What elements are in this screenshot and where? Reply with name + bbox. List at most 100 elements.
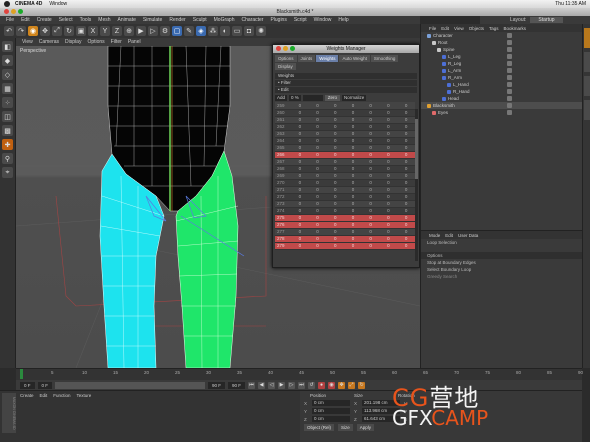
viewport-menu-filter[interactable]: Filter (111, 39, 122, 45)
table-row[interactable]: 260 0 0 0 0 0 0 0 (275, 109, 415, 117)
weight-cell[interactable]: 0 (379, 123, 398, 131)
tab-display[interactable]: Display (275, 63, 296, 70)
attr-menu-mode[interactable]: Mode (429, 233, 440, 238)
menu-character[interactable]: Character (241, 17, 263, 23)
weight-cell[interactable]: 0 (291, 123, 309, 131)
weight-cell[interactable]: 0 (326, 109, 345, 117)
apply-button[interactable]: Apply (356, 424, 375, 431)
weight-cell[interactable]: 0 (361, 214, 380, 222)
select-boundary-loop-option[interactable]: Select Boundary Loop (421, 266, 582, 273)
goto-end-icon[interactable]: ⏭ (298, 381, 306, 389)
object-item-r_leg[interactable]: R_Leg (421, 60, 582, 67)
weight-cell[interactable]: 0 (397, 200, 415, 208)
weight-cell[interactable]: 0 (291, 116, 309, 124)
weights-section-header[interactable]: Weights (275, 73, 417, 79)
table-row[interactable]: 272 0 0 0 0 0 0 0 (275, 193, 415, 201)
weight-cell[interactable]: 0 (326, 221, 345, 229)
weight-cell[interactable]: 0 (326, 116, 345, 124)
weight-cell[interactable]: 0 (397, 109, 415, 117)
end-frame-field-2[interactable]: 90 F (228, 381, 246, 389)
weight-cell[interactable]: 0 (379, 235, 398, 243)
greedy-search-option[interactable]: Greedy Search (421, 273, 582, 280)
weights-manager-titlebar[interactable]: Weights Manager (273, 45, 419, 53)
menu-simulate[interactable]: Simulate (143, 17, 162, 23)
weight-cell[interactable]: 0 (344, 200, 362, 208)
weight-cell[interactable]: 0 (344, 242, 362, 250)
weight-cell[interactable]: 0 (379, 207, 398, 215)
table-row[interactable]: 266 0 0 0 0 0 0 0 (275, 151, 415, 159)
object-item-blacksmith[interactable]: Blacksmith (421, 102, 582, 109)
end-frame-field[interactable]: 90 F (208, 381, 226, 389)
array-icon[interactable]: ⁂ (208, 26, 218, 36)
menu-select[interactable]: Select (59, 17, 73, 23)
weights-scrollbar[interactable] (415, 109, 418, 261)
material-menu-texture[interactable]: Texture (77, 393, 92, 398)
deformer-icon[interactable]: ◐ (220, 26, 230, 36)
menu-file[interactable]: File (6, 17, 14, 23)
mode-select[interactable]: Add (275, 95, 288, 101)
object-item-eyes[interactable]: Eyes (421, 109, 582, 116)
table-row[interactable]: 268 0 0 0 0 0 0 0 (275, 165, 415, 173)
preview-range-slider[interactable] (55, 381, 206, 389)
material-menu-function[interactable]: Function (53, 393, 70, 398)
layers-tab[interactable] (584, 100, 590, 120)
app-menu[interactable]: CINEMA 4D (15, 1, 42, 7)
weight-cell[interactable]: 0 (326, 144, 345, 152)
filter-section[interactable]: • Filter (275, 80, 417, 86)
y-axis-icon[interactable]: Y (100, 26, 110, 36)
weight-cell[interactable]: 0 (326, 207, 345, 215)
weight-cell[interactable]: 0 (291, 172, 309, 180)
weight-cell[interactable]: 0 (291, 151, 309, 159)
weight-cell[interactable]: 0 (291, 109, 309, 117)
weight-cell[interactable]: 0 (379, 186, 398, 194)
table-row[interactable]: 262 0 0 0 0 0 0 0 (275, 123, 415, 131)
weight-cell[interactable]: 0 (397, 207, 415, 215)
camera-icon[interactable]: ◘ (244, 26, 254, 36)
weight-cell[interactable]: 0 (361, 242, 380, 250)
table-row[interactable]: 271 0 0 0 0 0 0 0 (275, 186, 415, 194)
weight-cell[interactable]: 0 (291, 193, 309, 201)
weight-cell[interactable]: 0 (344, 137, 362, 145)
object-item-l_leg[interactable]: L_Leg (421, 53, 582, 60)
table-row[interactable]: 278 0 0 0 0 0 0 0 (275, 235, 415, 243)
table-row[interactable]: 259 0 0 0 0 0 0 0 (275, 102, 415, 110)
weight-cell[interactable]: 0 (308, 200, 327, 208)
points-mode-icon[interactable]: ⁘ (2, 97, 13, 108)
weight-cell[interactable]: 0 (326, 186, 345, 194)
cube-icon[interactable]: ▢ (172, 26, 182, 36)
window-menu[interactable]: Window (49, 1, 67, 7)
zoom-icon[interactable] (18, 9, 23, 14)
visibility-icon[interactable] (507, 103, 512, 108)
weight-cell[interactable]: 0 (308, 221, 327, 229)
menu-help[interactable]: Help (338, 17, 348, 23)
visibility-icon[interactable] (507, 75, 512, 80)
weight-cell[interactable]: 0 (361, 130, 380, 138)
dialog-close-icon[interactable] (276, 46, 281, 51)
visibility-icon[interactable] (507, 54, 512, 59)
table-row[interactable]: 267 0 0 0 0 0 0 0 (275, 158, 415, 166)
weight-cell[interactable]: 0 (361, 221, 380, 229)
weight-cell[interactable]: 0 (308, 158, 327, 166)
weight-cell[interactable]: 0 (397, 242, 415, 250)
weight-cell[interactable]: 0 (326, 151, 345, 159)
object-item-root[interactable]: Root (421, 39, 582, 46)
weight-cell[interactable]: 0 (308, 193, 327, 201)
weight-cell[interactable]: 0 (361, 193, 380, 201)
play-icon[interactable]: ▶ (278, 381, 286, 389)
key-scale-icon[interactable]: ⤢ (348, 381, 356, 389)
weight-cell[interactable]: 0 (308, 151, 327, 159)
content-browser-tab[interactable] (584, 52, 590, 72)
layout-dropdown[interactable]: Startup (530, 17, 563, 23)
weight-cell[interactable]: 0 (379, 151, 398, 159)
weight-cell[interactable]: 0 (397, 179, 415, 187)
weight-cell[interactable]: 0 (308, 228, 327, 236)
weight-cell[interactable]: 0 (397, 123, 415, 131)
loop-icon[interactable]: ↺ (308, 381, 316, 389)
weight-cell[interactable]: 0 (291, 214, 309, 222)
weight-cell[interactable]: 0 (344, 151, 362, 159)
weight-cell[interactable]: 0 (291, 228, 309, 236)
last-tool-icon[interactable]: ▣ (76, 26, 86, 36)
menu-sculpt[interactable]: Sculpt (193, 17, 207, 23)
object-menu-bookmarks[interactable]: Bookmarks (504, 26, 527, 31)
weight-cell[interactable]: 0 (326, 172, 345, 180)
